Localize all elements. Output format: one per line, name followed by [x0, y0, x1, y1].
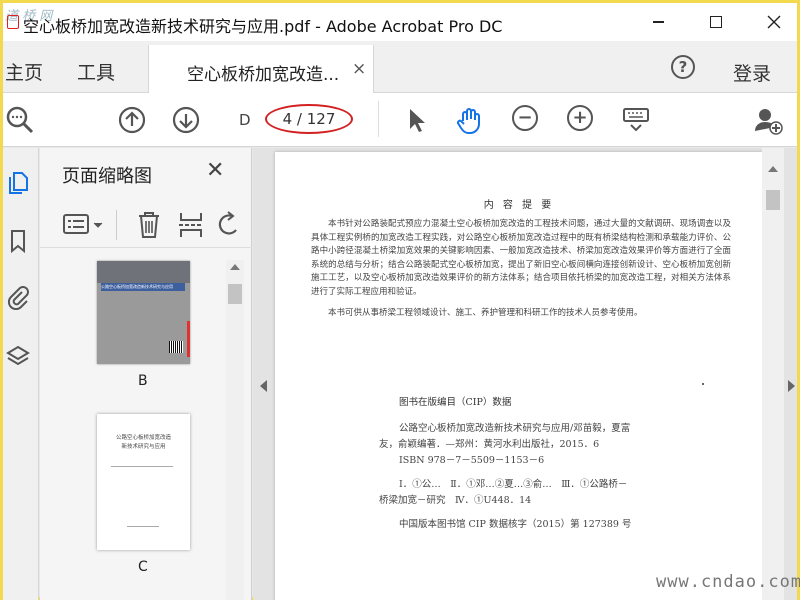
thumbnail-page-title: 公路空心板桥加宽改造 新技术研究与应用 — [97, 434, 190, 452]
page-mark — [702, 383, 704, 385]
share-user-icon[interactable] — [753, 105, 783, 135]
cip-line: Ⅰ．①公… Ⅱ．①邓…②夏…③俞… Ⅲ．①公路桥－ — [399, 479, 628, 490]
close-icon — [767, 15, 781, 29]
scrollbar-thumb[interactable] — [766, 190, 780, 210]
document-scrollbar[interactable] — [762, 148, 784, 600]
site-watermark: www.cndao.com — [656, 572, 800, 592]
toolbar-divider — [378, 101, 379, 137]
minimize-icon — [652, 21, 664, 23]
document-viewport: 内 容 提 要 本书针对公路装配式预应力混凝土空心板桥加宽改造的工程技术问题，通… — [253, 148, 797, 600]
menu-tools[interactable]: 工具 — [77, 58, 115, 85]
search-icon[interactable] — [5, 105, 35, 135]
scrollbar-thumb[interactable] — [228, 284, 242, 304]
thumbnail-title-line-1: 公路空心板桥加宽改造 — [115, 435, 171, 441]
scroll-up-arrow-icon[interactable] — [768, 166, 778, 172]
pdf-file-icon — [7, 15, 19, 29]
navigation-rail — [3, 148, 39, 600]
cover-title-text: 公路空心板桥加宽改造新技术研究与应用 — [101, 284, 173, 289]
zoom-in-icon: + — [567, 105, 593, 131]
cip-line: 桥梁加宽－研究 Ⅳ．①U448．14 — [379, 495, 532, 506]
cip-line: 友，俞颖编著．—郑州：黄河水利出版社，2015．6 — [379, 439, 600, 450]
rotate-page-icon[interactable] — [218, 210, 238, 240]
cip-line: 公路空心板桥加宽改造新技术研究与应用/邓苗毅，夏富 — [399, 423, 631, 434]
options-menu-icon[interactable] — [62, 212, 106, 238]
document-tab-close-icon[interactable]: × — [352, 59, 366, 79]
layers-icon[interactable] — [5, 344, 31, 370]
menu-tab-bar: 主页 工具 空心板桥加宽改造... × ? 登录 — [3, 41, 797, 93]
cip-line: 中国版本图书馆 CIP 数据核字（2015）第 127389 号 — [399, 519, 632, 530]
delete-page-icon[interactable] — [136, 210, 162, 240]
zoom-in-button[interactable]: + — [567, 105, 597, 135]
attachments-icon[interactable] — [5, 284, 31, 310]
window-title: 空心板桥加宽改造新技术研究与应用.pdf - Adobe Acrobat Pro… — [23, 17, 503, 36]
hand-tool-icon[interactable] — [455, 105, 485, 135]
previous-page-icon[interactable] — [117, 105, 147, 135]
scroll-up-arrow-icon[interactable] — [230, 264, 240, 270]
cover-title-strip: 公路空心板桥加宽改造新技术研究与应用 — [101, 283, 185, 291]
zoom-out-icon: − — [512, 105, 538, 131]
page-thumbnails-icon[interactable] — [5, 170, 31, 196]
keyboard-icon[interactable] — [621, 105, 651, 135]
main-toolbar: D 4 / 127 − + — [3, 93, 797, 147]
pdf-page[interactable]: 内 容 提 要 本书针对公路装配式预应力混凝土空心板桥加宽改造的工程技术问题，通… — [275, 152, 763, 600]
panel-toolbar-divider — [116, 210, 117, 240]
bookmarks-icon[interactable] — [5, 228, 31, 254]
page-prefix-label: D — [239, 111, 251, 129]
thumbnail-label: B — [138, 373, 148, 389]
cover-image-band — [97, 261, 190, 283]
page-number-input[interactable]: 4 / 127 — [265, 104, 353, 134]
select-cursor-icon[interactable] — [401, 105, 431, 135]
next-page-arrow-icon[interactable] — [788, 380, 795, 392]
previous-page-arrow-icon[interactable] — [260, 380, 267, 392]
thumbnail-title-page[interactable]: 公路空心板桥加宽改造 新技术研究与应用 — [97, 414, 190, 550]
login-button[interactable]: 登录 — [733, 59, 771, 86]
thumbnail-publisher-line — [127, 526, 159, 527]
extract-page-icon[interactable] — [178, 210, 204, 240]
zoom-out-button[interactable]: − — [512, 105, 542, 135]
panel-close-icon[interactable]: ✕ — [206, 158, 224, 183]
title-bar: 道 桥 网 空心板桥加宽改造新技术研究与应用.pdf - Adobe Acrob… — [3, 3, 797, 41]
help-icon[interactable]: ? — [671, 55, 695, 79]
minimize-button[interactable] — [629, 3, 687, 41]
next-page-icon[interactable] — [171, 105, 201, 135]
maximize-icon — [710, 16, 722, 28]
content-summary-heading: 内 容 提 要 — [483, 200, 555, 211]
thumbnail-title-line-2: 新技术研究与应用 — [121, 444, 166, 450]
close-window-button[interactable] — [745, 3, 800, 41]
panel-title: 页面缩略图 — [62, 166, 152, 187]
thumbnail-cover[interactable]: 公路空心板桥加宽改造新技术研究与应用 — [97, 261, 190, 364]
thumbnails-panel: 页面缩略图 ✕ 公路空心板桥加宽改造新技术研究与应用 B 公路空心板桥加宽改造 … — [40, 148, 252, 600]
document-tab-label: 空心板桥加宽改造... — [187, 65, 340, 85]
barcode — [169, 341, 183, 353]
document-tab[interactable]: 空心板桥加宽改造... × — [148, 45, 374, 93]
cip-line: ISBN 978－7－5509－1153－6 — [399, 455, 545, 466]
panel-toolbar — [40, 202, 252, 248]
menu-home[interactable]: 主页 — [5, 58, 43, 85]
content-summary-text: 本书针对公路装配式预应力混凝土空心板桥加宽改造的工程技术问题，通过大量的文献调研… — [311, 219, 731, 297]
cip-title: 图书在版编目（CIP）数据 — [399, 397, 512, 408]
thumbnail-author-line — [111, 466, 173, 467]
thumbnails-scrollbar[interactable] — [226, 260, 244, 600]
maximize-button[interactable] — [687, 3, 745, 41]
content-summary-audience: 本书可供从事桥梁工程领域设计、施工、养护管理和科研工作的技术人员参考使用。 — [328, 308, 643, 318]
cover-red-edge — [187, 321, 190, 357]
thumbnail-label: C — [138, 559, 148, 575]
